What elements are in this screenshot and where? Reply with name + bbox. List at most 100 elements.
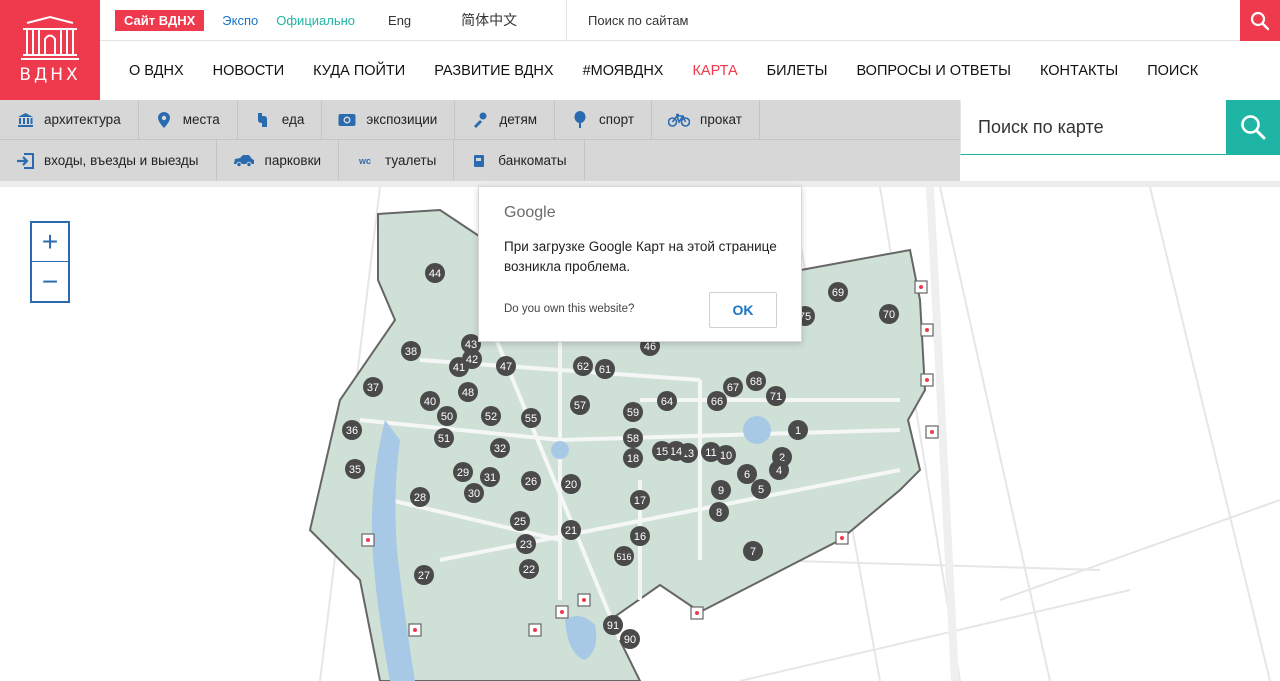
map-marker-22[interactable]: 22	[519, 559, 539, 579]
map-marker-38[interactable]: 38	[401, 341, 421, 361]
map-marker-label: 46	[644, 341, 656, 353]
official-link[interactable]: Официально	[276, 13, 355, 28]
map-marker-label: 1	[795, 425, 801, 437]
map-marker-label: 68	[750, 376, 762, 388]
map-marker-64[interactable]: 64	[657, 391, 677, 411]
filter-toilets[interactable]: wc туалеты	[339, 140, 455, 181]
map-marker-35[interactable]: 35	[345, 459, 365, 479]
map-marker-label: 516	[616, 552, 631, 562]
map-marker-label: 21	[565, 525, 577, 537]
map-marker-30[interactable]: 30	[464, 483, 484, 503]
map-marker-55[interactable]: 55	[521, 408, 541, 428]
nav-myvdnh[interactable]: #МОЯВДНХ	[583, 63, 664, 79]
zoom-out-button[interactable]: −	[32, 262, 68, 301]
map-marker-516[interactable]: 516	[614, 546, 634, 566]
filter-entrances[interactable]: входы, въезды и выезды	[0, 140, 217, 181]
map-marker-51[interactable]: 51	[434, 428, 454, 448]
ok-button[interactable]: OK	[709, 292, 777, 328]
filter-parking[interactable]: парковки	[217, 140, 340, 181]
map-marker-5[interactable]: 5	[751, 479, 771, 499]
map-search-input[interactable]	[961, 100, 1226, 154]
filter-sport[interactable]: спорт	[555, 100, 653, 139]
filter-places[interactable]: места	[139, 100, 238, 139]
map-marker-68[interactable]: 68	[746, 371, 766, 391]
zoom-in-button[interactable]: +	[32, 223, 68, 262]
map-marker-29[interactable]: 29	[453, 462, 473, 482]
map-marker-11[interactable]: 11	[701, 442, 721, 462]
nav-faq[interactable]: ВОПРОСЫ И ОТВЕТЫ	[856, 63, 1010, 79]
map-marker-26[interactable]: 26	[521, 471, 541, 491]
map-marker-61[interactable]: 61	[595, 359, 615, 379]
map-marker-44[interactable]: 44	[425, 263, 445, 283]
map-marker-15[interactable]: 15	[652, 441, 672, 461]
map-marker-label: 9	[718, 485, 724, 497]
map-marker-21[interactable]: 21	[561, 520, 581, 540]
map-marker-47[interactable]: 47	[496, 356, 516, 376]
filter-entrances-label: входы, въезды и выезды	[44, 153, 199, 168]
map-marker-48[interactable]: 48	[458, 382, 478, 402]
nav-tickets[interactable]: БИЛЕТЫ	[767, 63, 828, 79]
map-marker-40[interactable]: 40	[420, 391, 440, 411]
filter-atm[interactable]: банкоматы	[454, 140, 585, 181]
map-search-button[interactable]	[1226, 100, 1280, 154]
map-marker-23[interactable]: 23	[516, 534, 536, 554]
map-marker-6[interactable]: 6	[737, 464, 757, 484]
map-marker-7[interactable]: 7	[743, 541, 763, 561]
map-marker-67[interactable]: 67	[723, 377, 743, 397]
map-marker-66[interactable]: 66	[707, 391, 727, 411]
map-marker-8[interactable]: 8	[709, 502, 729, 522]
filter-food[interactable]: еда	[238, 100, 323, 139]
map-marker-27[interactable]: 27	[414, 565, 434, 585]
filter-architecture[interactable]: архитектура	[0, 100, 139, 139]
filter-exhibitions[interactable]: экспозиции	[322, 100, 456, 139]
nav-about[interactable]: О ВДНХ	[129, 63, 184, 79]
map-marker-62[interactable]: 62	[573, 356, 593, 376]
lang-chinese-link[interactable]: 简体中文	[461, 10, 517, 30]
filter-row-1: архитектура места еда экспозиции детям с…	[0, 100, 960, 140]
map-marker-50[interactable]: 50	[437, 406, 457, 426]
map-marker-58[interactable]: 58	[623, 428, 643, 448]
google-maps-error-dialog: Google При загрузке Google Карт на этой …	[478, 186, 802, 342]
map-marker-28[interactable]: 28	[410, 487, 430, 507]
map-marker-59[interactable]: 59	[623, 402, 643, 422]
map-marker-37[interactable]: 37	[363, 377, 383, 397]
nav-development[interactable]: РАЗВИТИЕ ВДНХ	[434, 63, 553, 79]
atm-icon	[470, 152, 488, 170]
map-marker-20[interactable]: 20	[561, 474, 581, 494]
nav-where-to-go[interactable]: КУДА ПОЙТИ	[313, 63, 405, 79]
vdnh-logo[interactable]: ВДНХ	[0, 0, 100, 100]
map-marker-32[interactable]: 32	[490, 438, 510, 458]
map-marker-31[interactable]: 31	[480, 467, 500, 487]
map-marker-1[interactable]: 1	[788, 420, 808, 440]
nav-news[interactable]: НОВОСТИ	[213, 63, 285, 79]
nav-map[interactable]: КАРТА	[692, 63, 737, 79]
map-marker-17[interactable]: 17	[630, 490, 650, 510]
map-marker-label: 6	[744, 469, 750, 481]
own-website-link[interactable]: Do you own this website?	[504, 303, 634, 315]
filter-kids[interactable]: детям	[455, 100, 556, 139]
map-marker-label: 16	[634, 531, 646, 543]
wc-icon: wc	[359, 155, 372, 166]
site-search-button[interactable]	[1240, 0, 1280, 41]
filter-rental[interactable]: прокат	[652, 100, 760, 139]
map-marker-91[interactable]: 91	[603, 615, 623, 635]
map-marker-52[interactable]: 52	[481, 406, 501, 426]
map-marker-4[interactable]: 4	[769, 460, 789, 480]
map-marker-71[interactable]: 71	[766, 386, 786, 406]
map-marker-9[interactable]: 9	[711, 480, 731, 500]
nav-search[interactable]: ПОИСК	[1147, 63, 1198, 79]
map-marker-70[interactable]: 70	[879, 304, 899, 324]
map-marker-90[interactable]: 90	[620, 629, 640, 649]
site-vdnh-link[interactable]: Сайт ВДНХ	[115, 9, 205, 31]
expo-link[interactable]: Экспо	[222, 13, 258, 28]
map-marker-36[interactable]: 36	[342, 420, 362, 440]
map-marker-16[interactable]: 16	[630, 526, 650, 546]
map-marker-18[interactable]: 18	[623, 448, 643, 468]
site-search-input[interactable]: Поиск по сайтам	[566, 0, 1140, 41]
nav-contacts[interactable]: КОНТАКТЫ	[1040, 63, 1118, 79]
entrance-icon	[16, 152, 34, 170]
lang-eng-link[interactable]: Eng	[388, 13, 411, 28]
map-marker-57[interactable]: 57	[570, 395, 590, 415]
map-marker-25[interactable]: 25	[510, 511, 530, 531]
map-marker-69[interactable]: 69	[828, 282, 848, 302]
